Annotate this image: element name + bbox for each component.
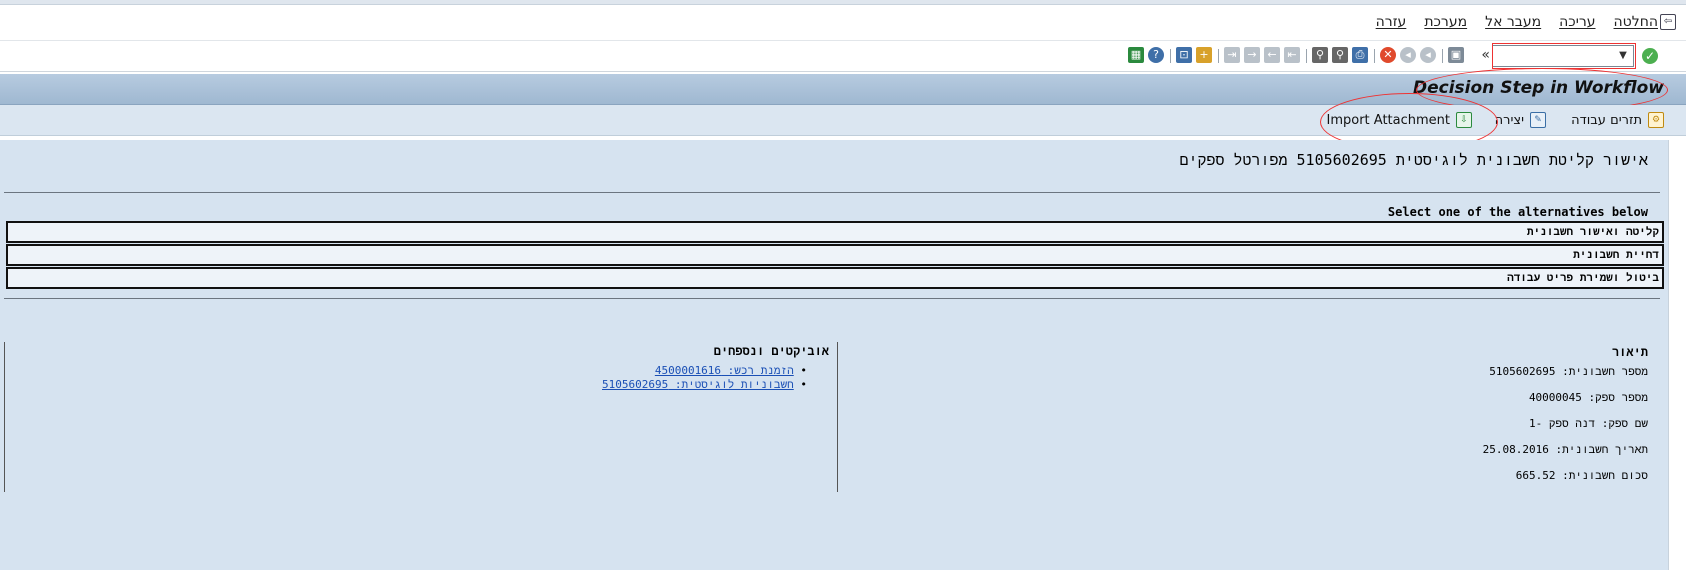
workflow-services-icon: ⚙ xyxy=(1648,112,1664,128)
menu-decision[interactable]: החלטה xyxy=(1614,14,1658,30)
logistics-invoice-link[interactable]: חשבוניות לוגיסטית: 5105602695 xyxy=(602,378,794,391)
bullet-icon: • xyxy=(793,378,807,391)
toolbar-separator xyxy=(1442,49,1443,63)
divider-top xyxy=(4,192,1660,193)
double-arrow-icon[interactable]: « xyxy=(1481,47,1490,63)
menu-items: החלטה עריכה מעבר אל מערכת עזרה xyxy=(1376,14,1658,30)
bullet-icon: • xyxy=(793,364,807,377)
exit-icon[interactable]: ◂ xyxy=(1400,47,1416,63)
last-page-icon[interactable]: ⇥ xyxy=(1224,47,1240,63)
menu-goto[interactable]: מעבר אל xyxy=(1485,14,1541,30)
new-session-icon[interactable]: + xyxy=(1196,47,1212,63)
toolbar-separator xyxy=(1170,49,1171,63)
divider-bottom xyxy=(4,298,1660,299)
help-icon[interactable]: ? xyxy=(1148,47,1164,63)
alternative-approve[interactable]: קליטה ואישור חשבונית xyxy=(6,221,1664,243)
menu-system[interactable]: מערכת xyxy=(1424,14,1467,30)
first-page-icon[interactable]: ⇤ xyxy=(1284,47,1300,63)
alternatives-prompt: Select one of the alternatives below xyxy=(1387,205,1648,219)
field-vendor-name: שם ספק: דנה ספק -1 xyxy=(1529,417,1648,430)
object-logistics-invoice: • חשבוניות לוגיסטית: 5105602695 xyxy=(602,378,807,392)
services-button[interactable]: תזרים עבודה ⚙ xyxy=(1571,112,1664,128)
decision-heading: אישור קליטת חשבונית לוגיסטית 5105602695 … xyxy=(1179,151,1648,169)
cancel-icon[interactable]: ✕ xyxy=(1380,47,1396,63)
toolbar-separator xyxy=(1306,49,1307,63)
create-label: יצירה xyxy=(1494,112,1524,128)
services-label: תזרים עבודה xyxy=(1571,112,1642,128)
purchase-order-link[interactable]: הזמנת רכש: 4500001616 xyxy=(655,364,794,377)
menu-edit[interactable]: עריכה xyxy=(1559,14,1595,30)
ok-icon[interactable]: ✓ xyxy=(1642,48,1658,64)
alternative-cancel-keep[interactable]: ביטול ושמירת פריט עבודה xyxy=(6,267,1664,289)
find-next-icon[interactable]: ⚲ xyxy=(1312,47,1328,63)
menu-help[interactable]: עזרה xyxy=(1376,14,1407,30)
create-icon: ✎ xyxy=(1530,112,1546,128)
next-page-icon[interactable]: → xyxy=(1244,47,1260,63)
field-vendor-number: מספר ספק: 40000045 xyxy=(1528,391,1648,404)
previous-page-icon[interactable]: ← xyxy=(1264,47,1280,63)
description-header: תיאור xyxy=(1611,345,1648,359)
back-icon[interactable]: ◂ xyxy=(1420,47,1436,63)
print-icon[interactable]: ⎙ xyxy=(1352,47,1368,63)
annotation-box xyxy=(1492,43,1636,69)
object-purchase-order: • הזמנת רכש: 4500001616 xyxy=(655,364,807,378)
toolbar-separator xyxy=(1374,49,1375,63)
field-invoice-date: תאריך חשבונית: 25.08.2016 xyxy=(1482,443,1648,456)
field-invoice-number: מספר חשבונית: 5105602695 xyxy=(1489,365,1648,378)
objects-panel: אוביקטים ונספחים • הזמנת רכש: 4500001616… xyxy=(4,342,838,492)
menu-bar: ⇦ החלטה עריכה מעבר אל מערכת עזרה xyxy=(0,8,1686,38)
toolbar-separator xyxy=(1218,49,1219,63)
find-icon[interactable]: ⚲ xyxy=(1332,47,1348,63)
create-button[interactable]: יצירה ✎ xyxy=(1495,112,1546,128)
field-invoice-amount: סכום חשבונית: 665.52 xyxy=(1515,469,1648,482)
window-top-border xyxy=(0,0,1686,5)
exit-menu-icon[interactable]: ⇦ xyxy=(1660,14,1676,30)
vertical-scrollbar[interactable] xyxy=(1668,140,1686,570)
layout-icon[interactable]: ▦ xyxy=(1128,47,1144,63)
shortcut-icon[interactable]: ⊡ xyxy=(1176,47,1192,63)
objects-header: אוביקטים ונספחים xyxy=(713,344,829,358)
save-icon[interactable]: ▣ xyxy=(1448,47,1464,63)
main-content: אישור קליטת חשבונית לוגיסטית 5105602695 … xyxy=(0,140,1668,570)
standard-toolbar: ✓ ▼ « ▣ ◂ ◂ ✕ ⎙ ⚲ ⚲ ⇤ ← → ⇥ + ⊡ ? ▦ xyxy=(0,40,1686,72)
alternative-reject[interactable]: דחיית חשבונית xyxy=(6,244,1664,266)
